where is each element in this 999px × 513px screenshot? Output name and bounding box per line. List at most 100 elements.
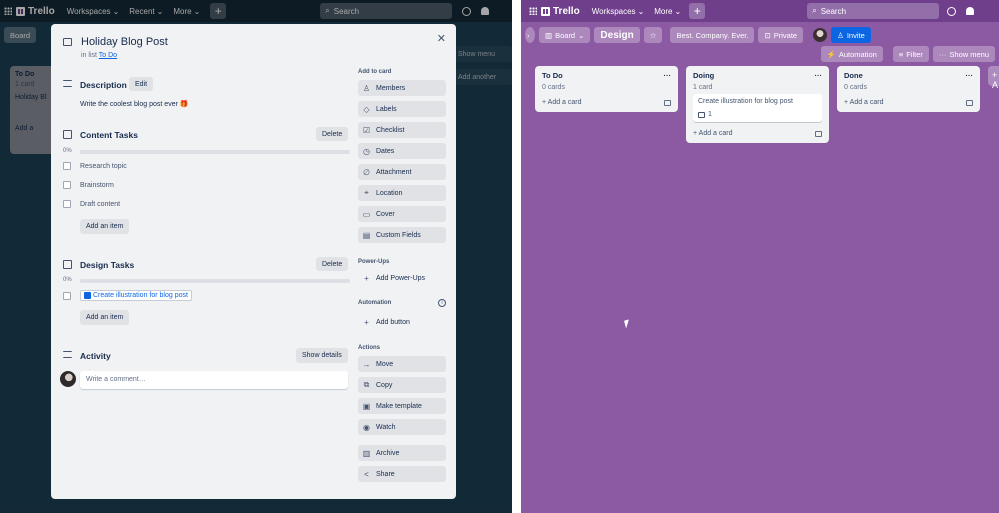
- checkbox[interactable]: [63, 200, 71, 208]
- checklist-item[interactable]: Create illustration for blog post: [63, 290, 192, 301]
- sidebar-toggle[interactable]: ›: [525, 27, 535, 43]
- description-heading: Description: [80, 80, 127, 90]
- show-menu-button[interactable]: ··· Show menu: [932, 46, 995, 62]
- avatar[interactable]: [60, 371, 76, 387]
- dates-button[interactable]: ◷ Dates: [358, 143, 446, 159]
- members-button[interactable]: ♙ Members: [358, 80, 446, 96]
- board-title[interactable]: Design: [594, 27, 640, 43]
- description-text[interactable]: Write the coolest blog post ever 🎁: [80, 100, 189, 108]
- star-icon[interactable]: ☆: [643, 27, 663, 43]
- share-button[interactable]: < Share: [358, 466, 446, 482]
- app-switcher-icon[interactable]: [529, 7, 537, 15]
- template-icon[interactable]: [966, 99, 973, 106]
- checkbox[interactable]: [63, 291, 71, 300]
- filter-button[interactable]: ≡ Filter: [892, 46, 929, 62]
- mouse-cursor: [624, 319, 631, 329]
- invite-button[interactable]: ♙ Invite: [831, 27, 871, 43]
- search-placeholder: Search: [820, 6, 847, 16]
- add-list-button[interactable]: + A: [988, 66, 999, 90]
- avatar[interactable]: [813, 28, 828, 42]
- card[interactable]: Create illustration for blog post 1: [693, 94, 822, 122]
- custom-fields-button[interactable]: ▤ Custom Fields: [358, 227, 446, 243]
- add-button-button[interactable]: + Add button: [358, 314, 446, 330]
- board-header: › ▥ Board ⌄ Design ☆ Best. Company. Ever. …: [521, 25, 999, 45]
- watch-button[interactable]: ◉ Watch: [358, 419, 446, 435]
- watch-label: Watch: [376, 423, 396, 431]
- search-input[interactable]: ⌕ Search: [807, 3, 940, 19]
- list-link[interactable]: To Do: [99, 52, 117, 59]
- checklist-item[interactable]: Research topic: [63, 162, 127, 170]
- workspaces-label: Workspaces: [591, 6, 636, 16]
- lock-icon: ⊡: [764, 30, 771, 40]
- visibility-button[interactable]: ⊡ Private: [758, 27, 804, 43]
- plus-icon: +: [364, 273, 369, 283]
- design-tasks-progress-bar: [80, 279, 350, 283]
- board-lists: To Do ··· 0 cards + Add a card Doing ··· 1…: [535, 66, 999, 143]
- copy-icon: ⧉: [363, 380, 370, 389]
- copy-button[interactable]: ⧉ Copy: [358, 377, 446, 393]
- notifications-icon[interactable]: [966, 7, 975, 15]
- show-menu-label: Show menu: [949, 49, 989, 59]
- add-card-button[interactable]: + Add a card: [693, 130, 822, 137]
- more-menu[interactable]: More ⌄: [654, 7, 681, 16]
- checklist-button[interactable]: ☑ Checklist: [358, 122, 446, 138]
- edit-description-button[interactable]: Edit: [129, 77, 154, 91]
- card-icon: [63, 38, 72, 46]
- delete-content-tasks-button[interactable]: Delete: [316, 127, 349, 141]
- attachment-button[interactable]: ∅ Attachment: [358, 164, 446, 180]
- workspace-button[interactable]: Best. Company. Ever.: [670, 27, 755, 43]
- create-button[interactable]: +: [689, 3, 706, 19]
- info-icon[interactable]: [947, 6, 957, 16]
- archive-icon: ▥: [362, 448, 371, 458]
- show-details-button[interactable]: Show details: [296, 348, 348, 363]
- list-menu-icon[interactable]: ···: [664, 71, 672, 80]
- list-title[interactable]: To Do: [542, 71, 563, 80]
- bolt-icon: ⚡: [826, 49, 836, 59]
- card-link-label: Create illustration for blog post: [93, 292, 188, 299]
- checklist-item[interactable]: Draft content: [63, 200, 120, 208]
- workspaces-menu[interactable]: Workspaces ⌄: [592, 7, 645, 16]
- labels-label: Labels: [376, 105, 397, 113]
- cover-button[interactable]: ▭ Cover: [358, 206, 446, 222]
- add-item-button[interactable]: Add an item: [80, 219, 130, 234]
- add-card-button[interactable]: + Add a card: [542, 99, 671, 106]
- template-icon[interactable]: [815, 130, 822, 137]
- checklist-icon: [63, 130, 72, 139]
- list-title[interactable]: Doing: [693, 71, 714, 80]
- make-template-button[interactable]: ▣ Make template: [358, 398, 446, 414]
- board-view-button[interactable]: ▥ Board ⌄: [539, 27, 591, 43]
- person-icon: ♙: [837, 30, 844, 40]
- add-to-card-label: Add to card: [358, 69, 392, 75]
- checkbox[interactable]: [63, 181, 71, 189]
- close-icon[interactable]: ✕: [437, 32, 446, 45]
- checkbox[interactable]: [63, 162, 71, 170]
- labels-button[interactable]: ◇ Labels: [358, 101, 446, 117]
- info-icon[interactable]: i: [438, 299, 446, 307]
- archive-button[interactable]: ▥ Archive: [358, 445, 446, 461]
- location-button[interactable]: ⌖ Location: [358, 185, 446, 201]
- move-button[interactable]: → Move: [358, 356, 446, 372]
- automation-button[interactable]: ⚡ Automation: [820, 46, 883, 62]
- checklist-item-label: Draft content: [80, 200, 121, 208]
- delete-design-tasks-button[interactable]: Delete: [316, 257, 349, 271]
- list-menu-icon[interactable]: ···: [966, 71, 974, 80]
- add-item-button[interactable]: Add an item: [80, 310, 130, 325]
- list-doing[interactable]: Doing ··· 1 card Create illustration for …: [686, 66, 829, 143]
- comment-input[interactable]: Write a comment…: [80, 371, 348, 389]
- trello-logo[interactable]: Trello: [541, 6, 580, 17]
- list-menu-icon[interactable]: ···: [815, 71, 823, 80]
- plus-icon: +: [693, 130, 698, 137]
- in-list-prefix: in list: [81, 52, 97, 59]
- checklist-item[interactable]: Brainstorm: [63, 181, 114, 189]
- actions-label: Actions: [358, 345, 381, 351]
- board-view-label: Board: [555, 30, 576, 40]
- card-link-chip[interactable]: Create illustration for blog post: [80, 290, 192, 301]
- card-title[interactable]: Holiday Blog Post: [81, 36, 168, 48]
- list-todo[interactable]: To Do ··· 0 cards + Add a card: [535, 66, 678, 112]
- powerups-label: Power-Ups: [358, 259, 390, 265]
- add-card-button[interactable]: + Add a card: [844, 99, 973, 106]
- template-icon[interactable]: [664, 99, 671, 106]
- list-title[interactable]: Done: [844, 71, 863, 80]
- add-powerups-button[interactable]: + Add Power-Ups: [358, 270, 446, 286]
- list-done[interactable]: Done ··· 0 cards + Add a card: [837, 66, 980, 112]
